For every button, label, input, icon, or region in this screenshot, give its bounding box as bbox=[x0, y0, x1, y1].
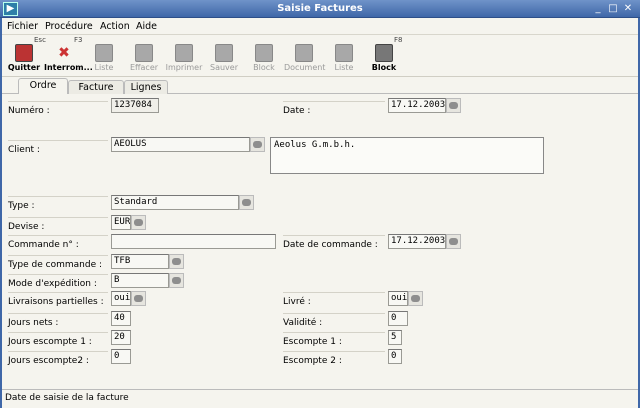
menu-bar: Fichier Procédure Action Aide bbox=[0, 18, 640, 35]
toolbar-button-liste[interactable]: Liste bbox=[84, 41, 124, 75]
numero-field[interactable]: 1237084 bbox=[111, 98, 159, 113]
floppy-save-icon bbox=[215, 44, 233, 62]
date-lookup-button[interactable] bbox=[446, 98, 461, 113]
escompte1-label: Escompte 1 : bbox=[283, 332, 385, 349]
exit-door-icon bbox=[15, 44, 33, 62]
tab-bar: Ordre Facture Lignes bbox=[0, 78, 640, 94]
toolbar-button-block[interactable]: Block bbox=[244, 41, 284, 75]
jours-escompte2-field[interactable]: 0 bbox=[111, 349, 131, 364]
livre-label: Livré : bbox=[283, 292, 385, 309]
menu-fichier[interactable]: Fichier bbox=[7, 21, 38, 32]
list-icon bbox=[95, 44, 113, 62]
type-field[interactable]: Standard bbox=[111, 195, 239, 210]
mode-expedition-field[interactable]: B bbox=[111, 273, 169, 288]
type-lookup-button[interactable] bbox=[239, 195, 254, 210]
close-button[interactable]: ✕ bbox=[622, 3, 634, 15]
minimize-button[interactable]: _ bbox=[592, 3, 604, 15]
commande-label: Commande n° : bbox=[8, 235, 108, 252]
escompte1-field[interactable]: 5 bbox=[388, 330, 402, 345]
tab-ordre[interactable]: Ordre bbox=[18, 78, 68, 94]
livre-field[interactable]: oui bbox=[388, 291, 408, 306]
shortcut-key-label: F3 bbox=[74, 36, 83, 44]
toolbar-button-block[interactable]: Block bbox=[364, 41, 404, 75]
type-commande-label: Type de commande : bbox=[8, 255, 108, 272]
date-commande-field[interactable]: 17.12.2003 bbox=[388, 234, 446, 249]
mode-expedition-label: Mode d'expédition : bbox=[8, 274, 108, 291]
date-label: Date : bbox=[283, 101, 385, 118]
devise-field[interactable]: EUR bbox=[111, 215, 131, 230]
livraisons-partielles-lookup-button[interactable] bbox=[131, 291, 146, 306]
mode-expedition-lookup-button[interactable] bbox=[169, 273, 184, 288]
tab-facture[interactable]: Facture bbox=[68, 80, 124, 94]
toolbar-button-liste[interactable]: Liste bbox=[324, 41, 364, 75]
validite-field[interactable]: 0 bbox=[388, 311, 408, 326]
escompte2-label: Escompte 2 : bbox=[283, 351, 385, 368]
tab-lignes[interactable]: Lignes bbox=[124, 80, 168, 94]
devise-lookup-button[interactable] bbox=[131, 215, 146, 230]
type-label: Type : bbox=[8, 196, 108, 213]
jours-escompte2-label: Jours escompte2 : bbox=[8, 351, 108, 368]
printer-icon bbox=[175, 44, 193, 62]
list-icon bbox=[335, 44, 353, 62]
client-field[interactable]: AEOLUS bbox=[111, 137, 250, 152]
date-commande-label: Date de commande : bbox=[283, 235, 385, 252]
client-lookup-button[interactable] bbox=[250, 137, 265, 152]
toolbar-button-imprimer[interactable]: Imprimer bbox=[164, 41, 204, 75]
type-commande-lookup-button[interactable] bbox=[169, 254, 184, 269]
menu-procedure[interactable]: Procédure bbox=[45, 21, 93, 32]
livre-lookup-button[interactable] bbox=[408, 291, 423, 306]
status-bar: Date de saisie de la facture bbox=[0, 389, 640, 408]
livraisons-partielles-field[interactable]: oui bbox=[111, 291, 131, 306]
toolbar-button-document[interactable]: Document bbox=[284, 41, 325, 75]
window-border bbox=[0, 18, 2, 408]
numero-label: Numéro : bbox=[8, 101, 108, 118]
jours-nets-field[interactable]: 40 bbox=[111, 311, 131, 326]
client-name-textarea[interactable]: Aeolus G.m.b.h. bbox=[270, 137, 544, 174]
block-icon bbox=[255, 44, 273, 62]
toolbar-button-effacer[interactable]: Effacer bbox=[124, 41, 164, 75]
jours-nets-label: Jours nets : bbox=[8, 313, 108, 330]
jours-escompte1-field[interactable]: 20 bbox=[111, 330, 131, 345]
shortcut-key-label: F8 bbox=[394, 36, 403, 44]
maximize-button[interactable]: □ bbox=[607, 3, 619, 15]
toolbar-button-sauver[interactable]: Sauver bbox=[204, 41, 244, 75]
trash-icon bbox=[135, 44, 153, 62]
toolbar-button-quitter[interactable]: Quitter bbox=[4, 41, 44, 75]
escompte2-field[interactable]: 0 bbox=[388, 349, 402, 364]
livraisons-partielles-label: Livraisons partielles : bbox=[8, 292, 108, 309]
client-label: Client : bbox=[8, 140, 108, 157]
window-title: Saisie Factures bbox=[277, 3, 363, 14]
date-commande-lookup-button[interactable] bbox=[446, 234, 461, 249]
date-field[interactable]: 17.12.2003 bbox=[388, 98, 446, 113]
menu-action[interactable]: Action bbox=[100, 21, 130, 32]
type-commande-field[interactable]: TFB bbox=[111, 254, 169, 269]
jours-escompte1-label: Jours escompte 1 : bbox=[8, 332, 108, 349]
devise-label: Devise : bbox=[8, 217, 108, 234]
cancel-x-icon: ✖ bbox=[58, 45, 70, 61]
menu-aide[interactable]: Aide bbox=[136, 21, 157, 32]
commande-field[interactable] bbox=[111, 234, 276, 249]
toolbar-button-interrom[interactable]: ✖ Interrom... bbox=[44, 41, 93, 75]
magnifier-icon bbox=[295, 44, 313, 62]
block-icon bbox=[375, 44, 393, 62]
validite-label: Validité : bbox=[283, 313, 385, 330]
